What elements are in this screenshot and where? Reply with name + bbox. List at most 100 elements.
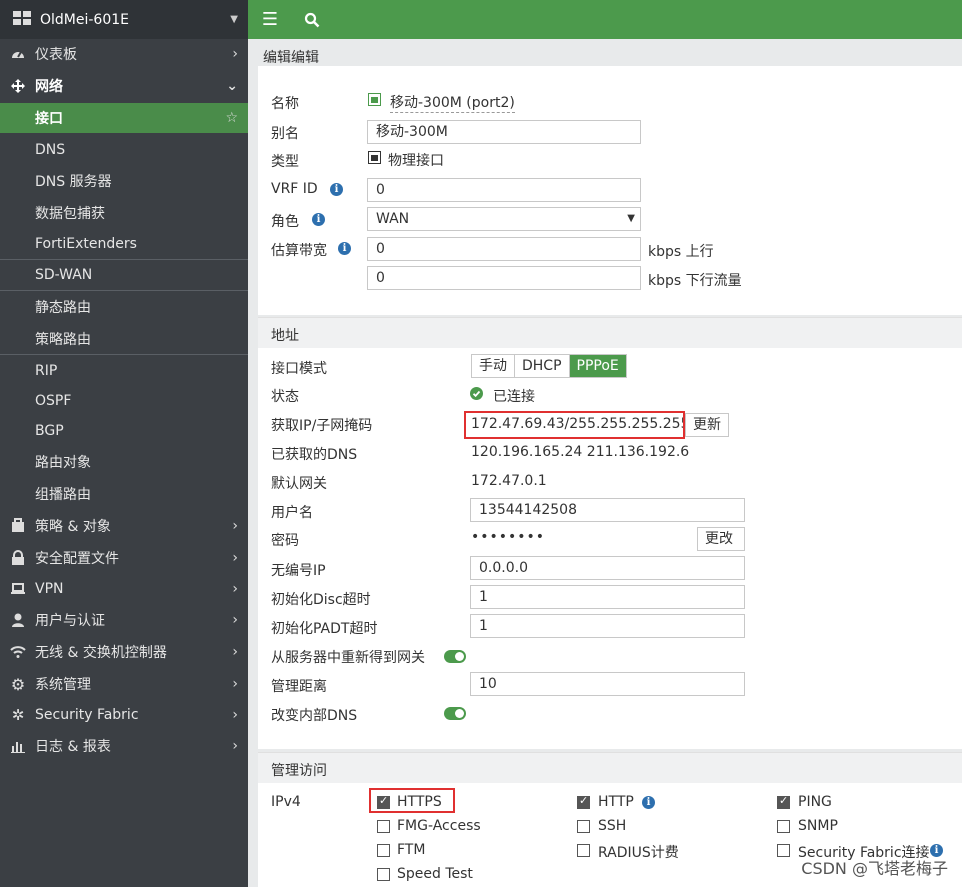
sidebar-item-vpn[interactable]: VPN › bbox=[0, 574, 248, 604]
sidebar-item-log-report[interactable]: 日志 & 报表 › bbox=[0, 731, 248, 761]
device-selector[interactable]: OldMei-601E ▼ bbox=[0, 0, 248, 39]
password-label: 密码 bbox=[271, 533, 299, 549]
fmg-access-checkbox[interactable] bbox=[377, 820, 390, 833]
policy-icon bbox=[9, 517, 27, 535]
watermark: CSDN @飞塔老梅子 bbox=[801, 859, 948, 878]
alias-input[interactable]: 移动-300M bbox=[367, 120, 641, 144]
sidebar-item-multicast[interactable]: 组播路由 bbox=[0, 479, 248, 509]
info-icon[interactable]: i bbox=[338, 242, 351, 255]
check-circle-icon bbox=[470, 387, 483, 404]
laptop-icon bbox=[9, 580, 27, 598]
username-input[interactable]: 13544142508 bbox=[470, 498, 745, 522]
override-dns-toggle[interactable] bbox=[444, 707, 466, 720]
snmp-checkbox[interactable] bbox=[777, 820, 790, 833]
chevron-right-icon: › bbox=[232, 518, 238, 534]
refresh-button[interactable]: 更新 bbox=[685, 413, 729, 437]
fabric-icon: ✲ bbox=[11, 706, 25, 724]
security-fabric-checkbox[interactable] bbox=[777, 844, 790, 857]
sidebar-item-security-fabric[interactable]: ✲ Security Fabric › bbox=[0, 700, 248, 730]
star-icon[interactable]: ☆ bbox=[225, 110, 238, 126]
page-title: 编辑编辑 bbox=[263, 50, 319, 66]
chevron-right-icon: › bbox=[232, 707, 238, 723]
sidebar-item-wifi-switch[interactable]: 无线 & 交换机控制器 › bbox=[0, 637, 248, 667]
sidebar-item-packet-capture[interactable]: 数据包捕获 bbox=[0, 198, 248, 228]
info-icon[interactable]: i bbox=[642, 796, 655, 809]
bandwidth-label: 估算带宽 bbox=[271, 243, 327, 259]
sidebar-item-dashboard[interactable]: 仪表板 › bbox=[0, 39, 248, 69]
role-label: 角色 bbox=[271, 214, 299, 230]
ssh-checkbox[interactable] bbox=[577, 820, 590, 833]
gear-icon: ⚙ bbox=[10, 674, 26, 694]
sidebar-item-label: 系统管理 bbox=[35, 677, 91, 693]
chevron-right-icon: › bbox=[232, 46, 238, 62]
sidebar-item-interfaces[interactable]: 接口 ☆ bbox=[0, 103, 248, 133]
gateway-label: 默认网关 bbox=[271, 476, 327, 492]
chevron-right-icon: › bbox=[232, 581, 238, 597]
sidebar-item-dns-server[interactable]: DNS 服务器 bbox=[0, 166, 248, 196]
caret-down-icon: ▼ bbox=[627, 213, 635, 224]
sidebar-item-rip[interactable]: RIP bbox=[0, 356, 248, 386]
unnumbered-ip-input[interactable]: 0.0.0.0 bbox=[470, 556, 745, 580]
search-icon[interactable] bbox=[302, 10, 322, 30]
lock-icon bbox=[9, 549, 27, 567]
main-content: 编辑编辑 名称 移动-300M (port2) 别名 移动-300M 类型 物理… bbox=[248, 39, 962, 887]
sidebar-item-label: 无线 & 交换机控制器 bbox=[35, 645, 167, 661]
mode-pppoe[interactable]: PPPoE bbox=[569, 355, 626, 377]
address-panel: 接口模式 手动 DHCP PPPoE 状态 已连接 获取IP/子网掩码 172.… bbox=[258, 348, 962, 749]
speed-test-checkbox[interactable] bbox=[377, 868, 390, 881]
distance-input[interactable]: 10 bbox=[470, 672, 745, 696]
ftm-checkbox[interactable] bbox=[377, 844, 390, 857]
sidebar: OldMei-601E ▼ 仪表板 › 网络 ⌄ 接口 ☆ DNS DNS 服务… bbox=[0, 0, 248, 887]
sidebar-item-routing-objects[interactable]: 路由对象 bbox=[0, 447, 248, 477]
bandwidth-up-input[interactable]: 0 bbox=[367, 237, 641, 261]
section-address-header: 地址 bbox=[258, 317, 962, 348]
mode-manual[interactable]: 手动 bbox=[472, 355, 515, 377]
sidebar-item-sdwan[interactable]: SD-WAN bbox=[0, 260, 248, 290]
sidebar-item-system[interactable]: ⚙ 系统管理 › bbox=[0, 669, 248, 699]
unnumbered-ip-label: 无编号IP bbox=[271, 563, 326, 579]
sidebar-item-label: 日志 & 报表 bbox=[35, 739, 111, 755]
status-label: 状态 bbox=[271, 389, 299, 405]
ftm-label: FTM bbox=[397, 842, 426, 858]
http-checkbox[interactable] bbox=[577, 794, 590, 809]
mode-dhcp[interactable]: DHCP bbox=[515, 355, 570, 377]
type-value: 物理接口 bbox=[388, 153, 444, 169]
section-title: 地址 bbox=[271, 328, 299, 344]
role-select[interactable]: WAN ▼ bbox=[367, 207, 641, 231]
wifi-icon bbox=[9, 643, 27, 661]
sidebar-item-label: BGP bbox=[35, 423, 64, 439]
sidebar-item-bgp[interactable]: BGP bbox=[0, 416, 248, 446]
info-icon[interactable]: i bbox=[312, 213, 325, 226]
radius-accounting-label: RADIUS计费 bbox=[598, 845, 679, 861]
chart-icon bbox=[9, 737, 27, 755]
sidebar-item-ospf[interactable]: OSPF bbox=[0, 386, 248, 416]
sidebar-item-label: OSPF bbox=[35, 393, 72, 409]
radius-accounting-checkbox[interactable] bbox=[577, 844, 590, 857]
change-password-button[interactable]: 更改 bbox=[697, 527, 745, 551]
ssh-label: SSH bbox=[598, 818, 627, 834]
sidebar-item-label: 安全配置文件 bbox=[35, 551, 119, 567]
menu-icon[interactable]: ☰ bbox=[260, 9, 280, 30]
vrf-input[interactable]: 0 bbox=[367, 178, 641, 202]
section-admin-header: 管理访问 bbox=[258, 752, 962, 783]
sidebar-item-network[interactable]: 网络 ⌄ bbox=[0, 71, 248, 101]
padt-timeout-input[interactable]: 1 bbox=[470, 614, 745, 638]
sidebar-item-user-auth[interactable]: 用户与认证 › bbox=[0, 605, 248, 635]
retrieve-gateway-toggle[interactable] bbox=[444, 650, 466, 663]
sidebar-item-fortiextenders[interactable]: FortiExtenders bbox=[0, 229, 248, 259]
sidebar-item-static-routes[interactable]: 静态路由 bbox=[0, 292, 248, 322]
ping-checkbox[interactable] bbox=[777, 794, 790, 809]
sidebar-item-label: 策略路由 bbox=[35, 332, 91, 348]
interface-panel: 名称 移动-300M (port2) 别名 移动-300M 类型 物理接口 VR… bbox=[258, 66, 962, 315]
sidebar-item-policy-objects[interactable]: 策略 & 对象 › bbox=[0, 511, 248, 541]
disc-timeout-input[interactable]: 1 bbox=[470, 585, 745, 609]
sidebar-item-security-profiles[interactable]: 安全配置文件 › bbox=[0, 543, 248, 573]
gateway-value: 172.47.0.1 bbox=[471, 473, 547, 489]
sidebar-item-policy-routes[interactable]: 策略路由 bbox=[0, 324, 248, 354]
bandwidth-down-input[interactable]: 0 bbox=[367, 266, 641, 290]
sidebar-item-label: VPN bbox=[35, 581, 64, 597]
divider bbox=[0, 290, 248, 291]
sidebar-item-dns[interactable]: DNS bbox=[0, 135, 248, 165]
info-icon[interactable]: i bbox=[330, 183, 343, 196]
network-icon bbox=[9, 77, 27, 95]
